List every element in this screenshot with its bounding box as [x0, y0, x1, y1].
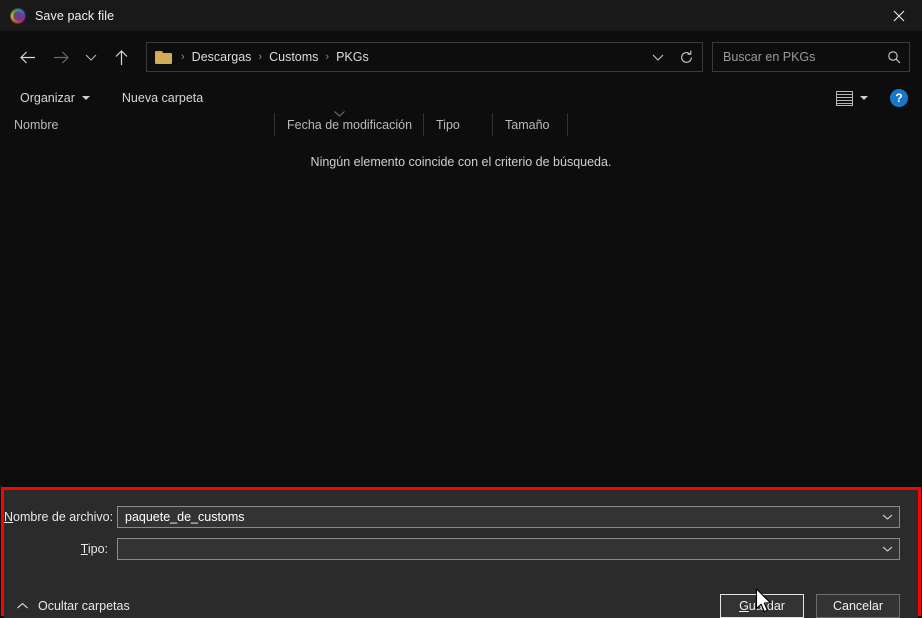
breadcrumb-separator: ›	[318, 52, 336, 63]
recent-locations-button[interactable]	[78, 40, 104, 74]
breadcrumb-item-descargas[interactable]: Descargas	[192, 50, 252, 64]
save-button-rest: uardar	[749, 599, 785, 613]
new-folder-button[interactable]: Nueva carpeta	[116, 88, 209, 108]
chromatic-ring-icon	[10, 8, 26, 24]
forward-button[interactable]	[44, 40, 78, 74]
refresh-icon[interactable]	[672, 43, 700, 71]
hide-folders-button[interactable]: Ocultar carpetas	[16, 599, 130, 613]
filetype-label-rest: ipo:	[88, 542, 108, 556]
chevron-down-icon[interactable]	[877, 513, 897, 521]
breadcrumb-separator: ›	[174, 52, 192, 63]
column-header-tipo[interactable]: Tipo	[423, 113, 492, 136]
column-header-fecha[interactable]: Fecha de modificación	[274, 113, 423, 136]
save-button-accel: G	[739, 599, 749, 613]
filetype-label: Tipo:	[4, 542, 117, 556]
address-bar[interactable]: › Descargas › Customs › PKGs	[146, 42, 703, 72]
column-header-label: Nombre	[14, 118, 58, 132]
save-panel-highlight: Nombre de archivo: paquete_de_customs Ti…	[1, 487, 921, 616]
command-bar: Organizar Nueva carpeta ?	[0, 83, 922, 113]
organize-label: Organizar	[20, 91, 75, 105]
help-icon[interactable]: ?	[890, 89, 908, 107]
up-button[interactable]	[104, 40, 138, 74]
new-folder-label: Nueva carpeta	[122, 91, 203, 105]
search-icon	[887, 50, 901, 64]
column-header-label: Tipo	[436, 118, 460, 132]
organize-button[interactable]: Organizar	[14, 88, 96, 108]
filetype-select[interactable]	[117, 538, 900, 560]
column-headers: Nombre Fecha de modificación Tipo Tamaño	[0, 113, 922, 136]
filename-input[interactable]: paquete_de_customs	[117, 506, 900, 528]
empty-state-message: Ningún elemento coincide con el criterio…	[0, 155, 922, 169]
filetype-row: Tipo:	[4, 538, 918, 560]
filename-value[interactable]: paquete_de_customs	[125, 510, 877, 524]
breadcrumb-item-pkgs[interactable]: PKGs	[336, 50, 369, 64]
caret-down-icon	[82, 96, 90, 100]
filename-label-accel: N	[4, 510, 13, 524]
navigation-bar: › Descargas › Customs › PKGs Buscar en P…	[0, 31, 922, 83]
filename-row: Nombre de archivo: paquete_de_customs	[4, 506, 918, 528]
chevron-down-icon	[333, 107, 346, 121]
hide-folders-label: Ocultar carpetas	[38, 599, 130, 613]
caret-down-icon	[860, 96, 868, 100]
search-box[interactable]: Buscar en PKGs	[712, 42, 910, 72]
save-button[interactable]: Guardar	[720, 594, 804, 618]
breadcrumb-item-customs[interactable]: Customs	[269, 50, 318, 64]
cancel-button[interactable]: Cancelar	[816, 594, 900, 618]
column-header-nombre[interactable]: Nombre	[0, 113, 274, 136]
folder-icon	[155, 50, 172, 64]
filename-label: Nombre de archivo:	[4, 510, 117, 524]
panel-bottom-row: Ocultar carpetas Guardar Cancelar	[4, 593, 918, 618]
breadcrumb-separator: ›	[251, 52, 269, 63]
column-header-label: Tamaño	[505, 118, 549, 132]
search-input[interactable]: Buscar en PKGs	[723, 50, 887, 64]
view-options-button[interactable]	[830, 88, 874, 109]
chevron-up-icon	[16, 602, 29, 610]
back-button[interactable]	[10, 40, 44, 74]
column-header-tamano[interactable]: Tamaño	[492, 113, 568, 136]
filename-label-rest: ombre de archivo:	[13, 510, 113, 524]
column-header-label: Fecha de modificación	[287, 118, 412, 132]
chevron-down-icon[interactable]	[877, 545, 897, 553]
save-panel: Nombre de archivo: paquete_de_customs Ti…	[4, 506, 918, 618]
title-bar: Save pack file	[0, 0, 922, 31]
address-dropdown-button[interactable]	[644, 43, 672, 71]
window-title: Save pack file	[35, 9, 114, 23]
save-file-dialog: Save pack file	[0, 0, 922, 618]
list-view-icon	[836, 91, 853, 106]
close-button[interactable]	[876, 0, 922, 31]
filetype-label-accel: T	[81, 542, 88, 556]
